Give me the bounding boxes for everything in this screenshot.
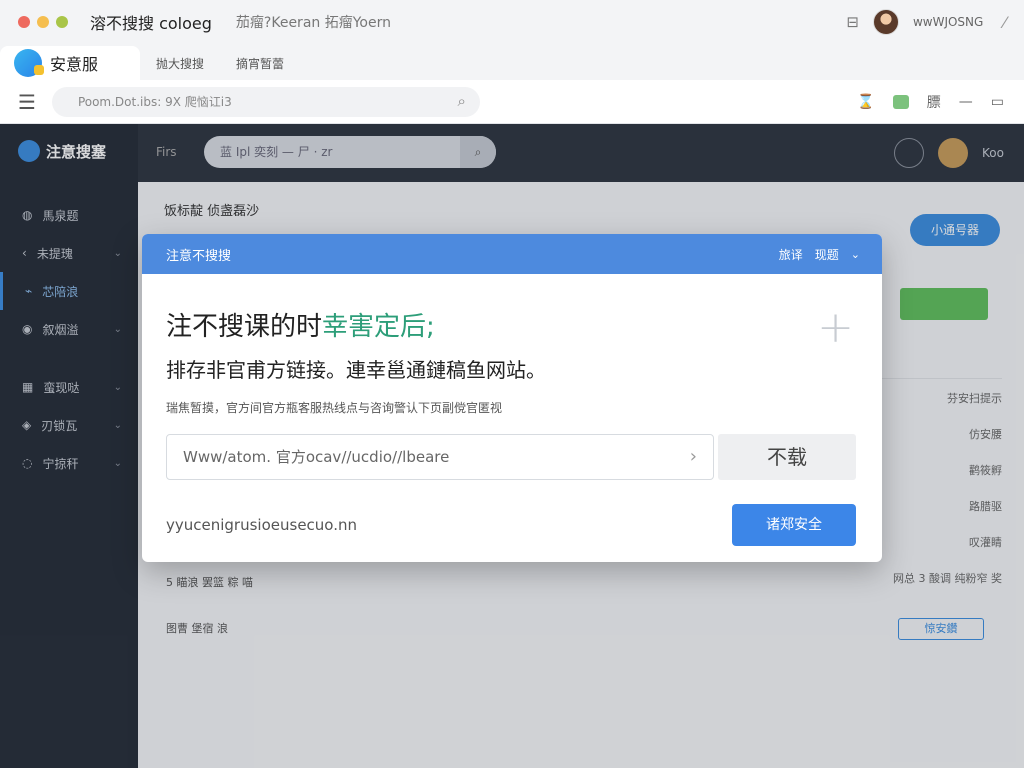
app-logo-icon — [14, 49, 44, 77]
dialog-heading: 注不搜课的时幸害定后; — [166, 306, 435, 343]
window-title: 溶不搜搜 coloeg — [90, 14, 212, 33]
window-toggle-icon[interactable]: ⊟ — [846, 13, 859, 31]
search-icon[interactable]: ⌕ — [458, 92, 466, 110]
hamburger-menu-icon[interactable]: ☰ — [18, 90, 36, 114]
link-field[interactable]: Www/atom. 官方ocav//ucdio//lbeare › — [166, 434, 714, 480]
hourglass-icon[interactable]: ⌛ — [857, 94, 874, 110]
confirm-safe-button[interactable]: 诸郑安全 — [732, 504, 856, 546]
minimize-icon[interactable]: — — [959, 94, 973, 110]
dialog-header-actions: 旅译 现题 ⌄ — [779, 234, 860, 274]
address-bar: ☰ Poom.Dot.ibs: 9X 爬恼讧i3 ⌕ ⌛ 膘 — ▭ — [0, 80, 1024, 124]
topic-link[interactable]: 现题 — [815, 246, 839, 263]
window-icon[interactable]: ▭ — [991, 94, 1004, 110]
window-subtitle: 茄瘤?Keeran 拓瘤Yoern — [235, 15, 391, 31]
titlebar-right: ⊟ wwWJOSNG ⁄ — [846, 0, 1006, 44]
maximize-window-button[interactable] — [56, 16, 68, 28]
close-window-button[interactable] — [18, 16, 30, 28]
chevron-down-icon[interactable]: ⌄ — [851, 248, 860, 261]
chevron-right-icon[interactable]: › — [690, 435, 697, 479]
heading-highlight: 幸害定后; — [322, 312, 435, 342]
tab-2[interactable]: 抛大搜搜 — [140, 46, 220, 80]
translate-link[interactable]: 旅译 — [779, 246, 803, 263]
heading-dark: 注不搜课的时 — [166, 312, 323, 342]
reader-icon[interactable]: 膘 — [927, 92, 941, 112]
dialog-header: 注意不搜搜 旅译 现题 ⌄ — [142, 234, 882, 274]
address-bar-tools: ⌛ 膘 — ▭ — [857, 80, 1004, 124]
dialog-header-title: 注意不搜搜 — [166, 248, 232, 264]
tab-active[interactable]: 安意服 — [0, 46, 140, 80]
url-input[interactable]: Poom.Dot.ibs: 9X 爬恼讧i3 ⌕ — [51, 86, 480, 117]
tab-label: 抛大搜搜 — [156, 56, 205, 71]
url-text: Poom.Dot.ibs: 9X 爬恼讧i3 — [77, 95, 232, 109]
browser-titlebar: 溶不搜搜 coloeg 茄瘤?Keeran 拓瘤Yoern ⊟ wwWJOSNG… — [0, 0, 1024, 44]
tab-3[interactable]: 摘宵暂蕾 — [220, 46, 300, 80]
tab-bar: 安意服 抛大搜搜 摘宵暂蕾 — [0, 44, 1024, 80]
slash-close-icon[interactable]: ⁄ — [1003, 13, 1006, 32]
dialog-warning-text: 排存非官甫方链接。連幸邕通鏈稿鱼网站。 — [166, 358, 546, 382]
download-button[interactable]: 不载 — [718, 434, 856, 480]
extension-icon[interactable] — [892, 95, 909, 109]
user-name[interactable]: wwWJOSNG — [913, 15, 983, 29]
link-text: Www/atom. 官方ocav//ucdio//lbeare — [183, 448, 450, 466]
tab-label: 安意服 — [50, 55, 99, 74]
dialog-note: 瑞焦暂摸，官方间官方瓶客服热线点与咨询警认下页副傥官匿视 — [166, 401, 503, 415]
avatar[interactable] — [872, 9, 899, 35]
window-controls — [18, 16, 68, 28]
minimize-window-button[interactable] — [37, 16, 49, 28]
tab-label: 摘宵暂蕾 — [236, 56, 285, 71]
security-warning-dialog: 注意不搜搜 旅译 现题 ⌄ + 注不搜课的时幸害定后; 排存非官甫方链接。連幸邕… — [142, 234, 882, 562]
close-icon[interactable]: + — [817, 306, 854, 350]
dialog-footnote: yyucenigrusioeusecuo.nn — [166, 516, 357, 534]
